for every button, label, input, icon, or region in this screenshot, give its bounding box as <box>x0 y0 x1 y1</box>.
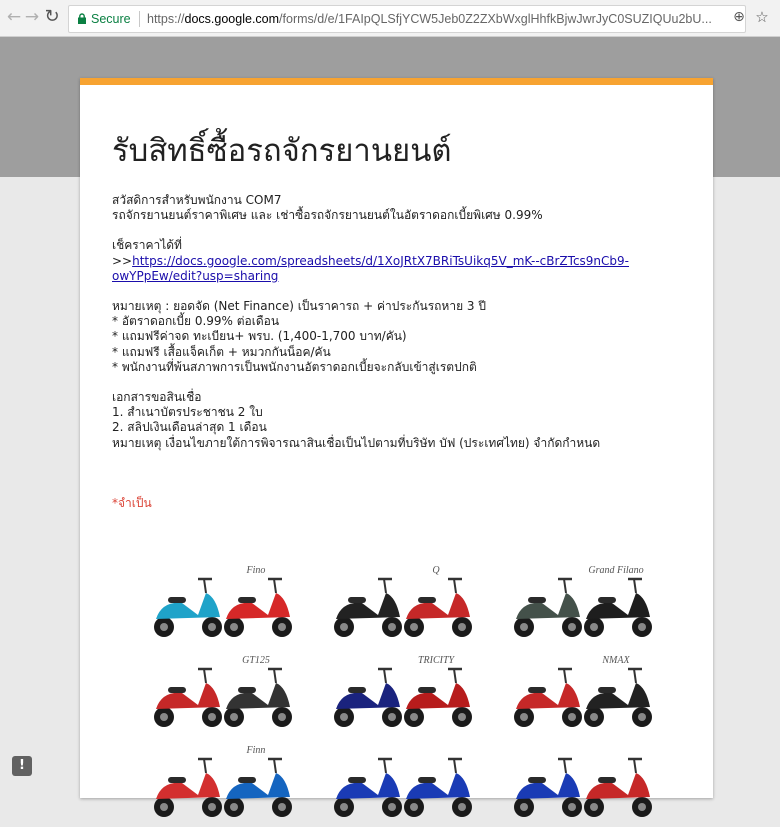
address-separator <box>139 11 140 27</box>
scooter-illustration: NMAX <box>514 655 652 727</box>
scooter-cell <box>496 737 666 827</box>
note-item: * อัตราดอกเบี้ย 0.99% ต่อเดือน <box>112 314 280 329</box>
scooter-shape <box>334 757 402 817</box>
reload-icon[interactable]: ↻ <box>42 7 62 27</box>
price-sheet-link-continued[interactable]: owYPpEw/edit?usp=sharing <box>112 269 278 283</box>
scooter-illustration: Fino <box>154 565 292 637</box>
bookmark-star-icon[interactable]: ☆ <box>753 8 771 26</box>
scooter-lineup-image: Fino Q Grand Filano GT125 TRICITY NMAX Finn <box>136 557 676 817</box>
scooter-shape <box>154 667 222 727</box>
scooter-cell: NMAX <box>496 647 666 737</box>
scooter-shape <box>224 577 292 637</box>
note-item: * แถมฟรีค่าจด ทะเบียน+ พรบ. (1,400-1,700… <box>112 329 407 344</box>
scooter-model-logo: TRICITY <box>418 655 456 666</box>
url-path: /forms/d/e/1FAIpQLSfjYCW5Jeb0Z2ZXbWxglHh… <box>279 12 712 26</box>
note-item: * แถมฟรี เสื้อแจ็คเก็ต + หมวกกันน็อค/คัน <box>112 344 331 359</box>
scooter-shape <box>404 757 472 817</box>
document-item: 1. สำเนาบัตรประชาชน 2 ใบ <box>112 405 263 420</box>
scooter-illustration: Grand Filano <box>514 565 652 637</box>
note-item: * พนักงานที่พ้นสภาพการเป็นพนักงานอัตราดอ… <box>112 359 477 374</box>
forward-arrow-icon[interactable]: → <box>22 7 42 27</box>
scooter-cell <box>316 737 486 827</box>
document-item: 2. สลิปเงินเดือนล่าสุด 1 เดือน <box>112 420 267 435</box>
scooter-shape <box>514 667 582 727</box>
scooter-shape <box>154 757 222 817</box>
scooter-model-logo: Q <box>432 565 440 576</box>
form-card: รับสิทธิ์ซื้อรถจักรยานยนต์ สวัสดิการสำหร… <box>80 78 713 817</box>
scooter-shape <box>224 757 292 817</box>
description-line: รถจักรยานยนต์ราคาพิเศษ และ เช่าซื้อรถจัก… <box>112 208 543 223</box>
form-title: รับสิทธิ์ซื้อรถจักรยานยนต์ <box>112 133 452 169</box>
scooter-cell: TRICITY <box>316 647 486 737</box>
report-feedback-button[interactable]: ! <box>12 756 32 776</box>
documents-heading: เอกสารขอสินเชื่อ <box>112 390 202 405</box>
price-check-label: เช็คราคาได้ที่ <box>112 238 182 253</box>
scooter-illustration: GT125 <box>154 655 292 727</box>
scooter-shape <box>334 577 402 637</box>
scooter-model-logo: Grand Filano <box>588 565 643 576</box>
browser-toolbar: ← → ↻ Secure https://docs.google.com/for… <box>0 0 780 37</box>
scooter-cell: GT125 <box>136 647 306 737</box>
scooter-shape <box>334 667 402 727</box>
url-scheme: https:// <box>147 12 185 26</box>
form-description: สวัสดิการสำหรับพนักงาน COM7 รถจักรยานยนต… <box>112 193 672 451</box>
scooter-shape <box>584 757 652 817</box>
scooter-shape <box>514 757 582 817</box>
price-link-line: >>https://docs.google.com/spreadsheets/d… <box>112 254 672 269</box>
url-host: docs.google.com <box>184 12 280 26</box>
secure-label: Secure <box>91 12 131 26</box>
scooter-shape <box>584 577 652 637</box>
scooter-illustration: Q <box>334 565 472 637</box>
scooter-model-logo: GT125 <box>242 655 270 666</box>
scooter-shape <box>584 667 652 727</box>
note-heading: หมายเหตุ : ยอดจัด (Net Finance) เป็นราคา… <box>112 299 486 314</box>
scooter-illustration: TRICITY <box>334 655 472 727</box>
scooter-model-logo: NMAX <box>601 655 630 666</box>
lock-icon <box>78 13 86 24</box>
scooter-shape <box>514 577 582 637</box>
scooter-illustration <box>334 757 472 817</box>
scooter-shape <box>404 667 472 727</box>
scooter-model-logo: Finn <box>246 745 266 756</box>
zoom-icon[interactable]: ⊕ <box>730 8 748 26</box>
description-line: สวัสดิการสำหรับพนักงาน COM7 <box>112 193 282 207</box>
documents-note: หมายเหตุ เงื่อนไขภายใต้การพิจารณาสินเชื่… <box>112 435 601 450</box>
scooter-model-logo: Fino <box>246 565 266 576</box>
scooter-shape <box>224 667 292 727</box>
scooter-cell: Fino <box>136 557 306 647</box>
scooter-shape <box>154 577 222 637</box>
price-link-line-2: owYPpEw/edit?usp=sharing <box>112 269 672 284</box>
back-arrow-icon[interactable]: ← <box>4 7 24 27</box>
url-text: https://docs.google.com/forms/d/e/1FAIpQ… <box>147 6 712 32</box>
scooter-cell: Q <box>316 557 486 647</box>
scooter-cell: Finn <box>136 737 306 827</box>
scooter-shape <box>404 577 472 637</box>
required-note: *จำเป็น <box>112 496 152 510</box>
link-prefix: >> <box>112 253 133 268</box>
scooter-illustration: Finn <box>154 745 292 817</box>
address-bar[interactable]: Secure https://docs.google.com/forms/d/e… <box>68 5 746 33</box>
price-sheet-link[interactable]: https://docs.google.com/spreadsheets/d/1… <box>132 254 629 268</box>
scooter-cell: Grand Filano <box>496 557 666 647</box>
scooter-illustration <box>514 757 652 817</box>
